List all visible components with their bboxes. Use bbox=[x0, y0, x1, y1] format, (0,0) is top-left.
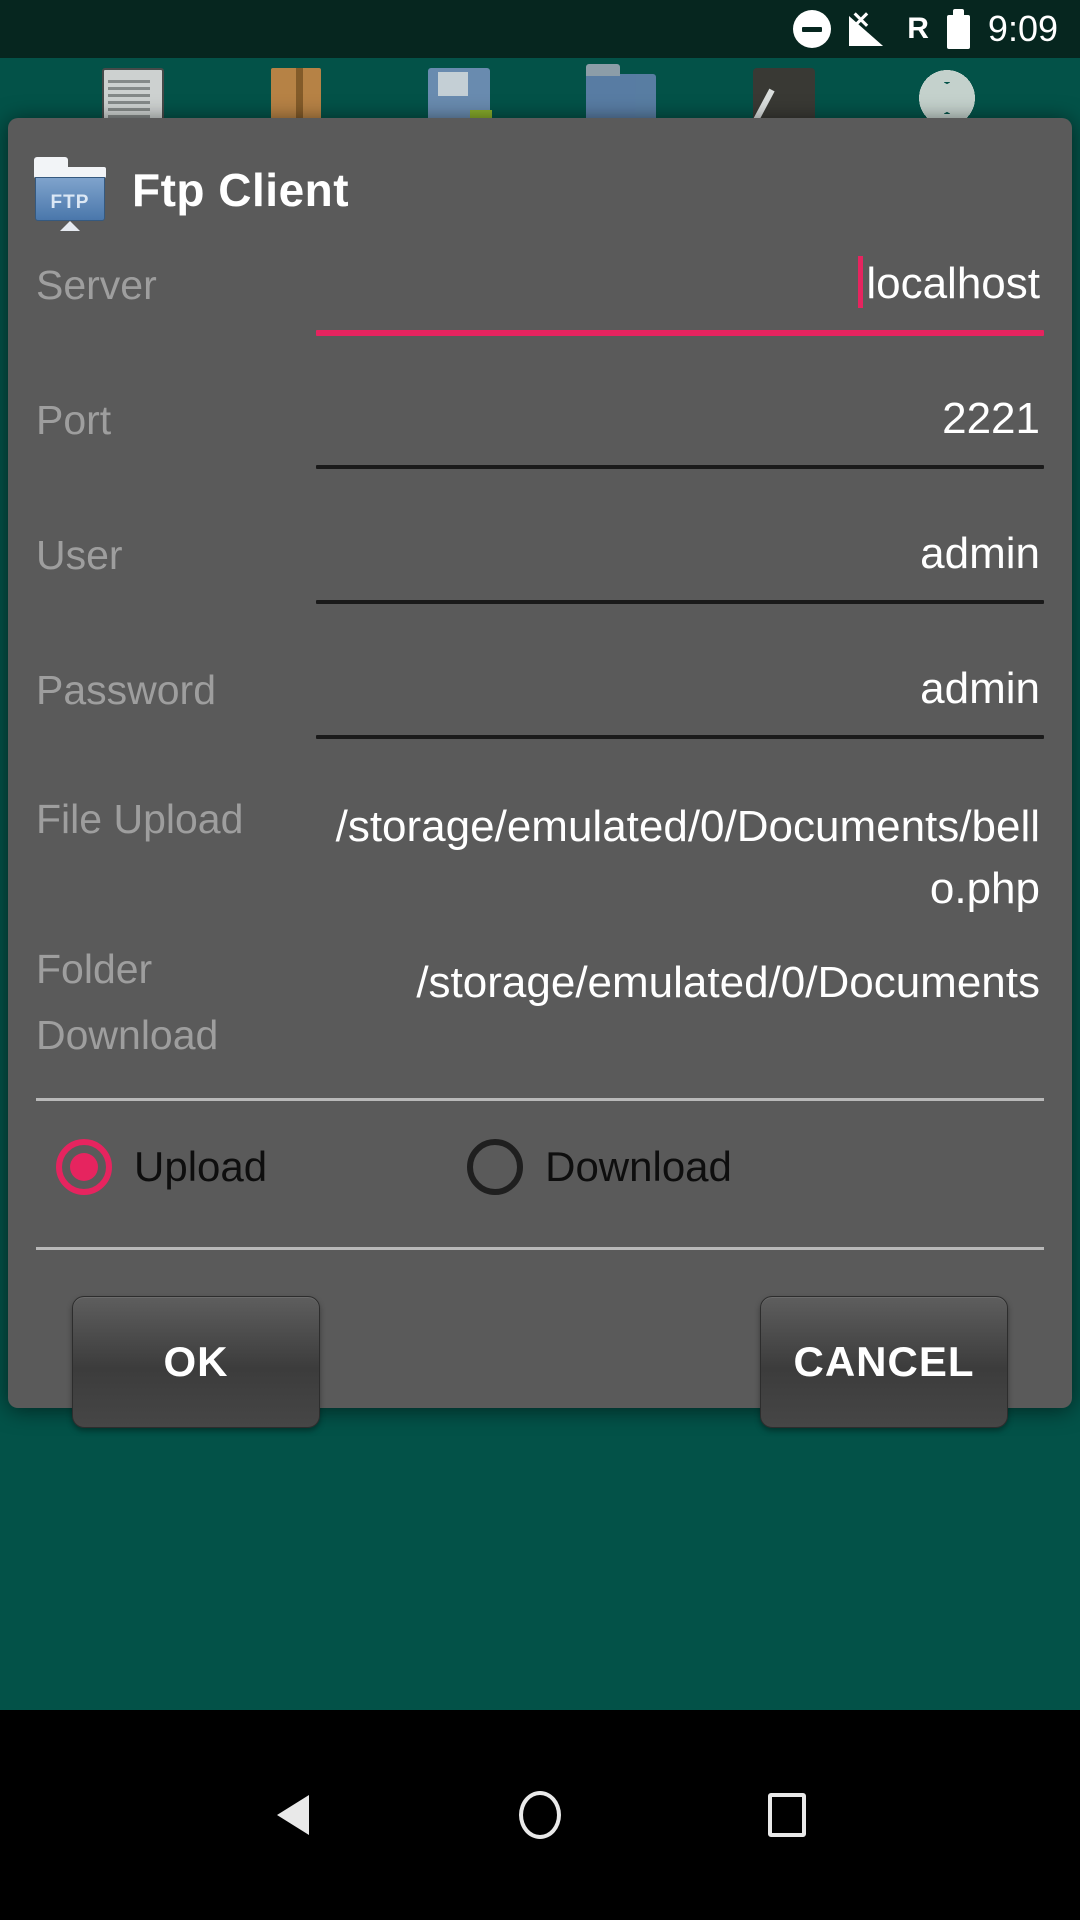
ok-button[interactable]: OK bbox=[72, 1296, 320, 1428]
ftp-icon-label: FTP bbox=[50, 192, 90, 213]
dialog-button-row: OK CANCEL bbox=[8, 1250, 1072, 1428]
radio-option-upload[interactable]: Upload bbox=[56, 1139, 267, 1195]
server-label: Server bbox=[36, 262, 157, 308]
file-upload-label: File Upload bbox=[36, 796, 244, 842]
port-field-wrap[interactable]: 2221 bbox=[316, 369, 1044, 469]
status-bar: ✕ R 9:09 bbox=[0, 0, 1080, 58]
ftp-form: Server localhost Port 2221 User admin Pa… bbox=[8, 234, 1072, 1084]
android-screen: ✕ R 9:09 FTP Ftp Client Server localhost… bbox=[0, 0, 1080, 1920]
radio-upload-icon[interactable] bbox=[56, 1139, 112, 1195]
folder-download-label: Folder Download bbox=[36, 946, 219, 1058]
back-button[interactable] bbox=[258, 1780, 328, 1850]
port-underline bbox=[316, 465, 1044, 469]
radio-option-download[interactable]: Download bbox=[467, 1139, 732, 1195]
form-row-password: Password admin bbox=[36, 639, 1044, 774]
file-upload-value[interactable]: /storage/emulated/0/Documents/bello.php bbox=[316, 796, 1044, 920]
recents-button[interactable] bbox=[752, 1780, 822, 1850]
password-underline bbox=[316, 735, 1044, 739]
folder-download-field-wrap[interactable]: /storage/emulated/0/Documents bbox=[316, 924, 1044, 1014]
user-label: User bbox=[36, 532, 123, 578]
password-label: Password bbox=[36, 667, 217, 713]
form-row-user: User admin bbox=[36, 504, 1044, 639]
port-label: Port bbox=[36, 397, 112, 443]
roaming-indicator: R bbox=[907, 12, 929, 45]
user-field-wrap[interactable]: admin bbox=[316, 504, 1044, 604]
navigation-bar bbox=[0, 1710, 1080, 1920]
form-row-folder-download: Folder Download /storage/emulated/0/Docu… bbox=[36, 924, 1044, 1084]
radio-download-icon[interactable] bbox=[467, 1139, 524, 1195]
do-not-disturb-icon bbox=[793, 10, 832, 48]
dialog-header: FTP Ftp Client bbox=[8, 118, 1072, 234]
ftp-client-dialog: FTP Ftp Client Server localhost Port 222… bbox=[8, 118, 1072, 1428]
form-row-file-upload: File Upload /storage/emulated/0/Document… bbox=[36, 774, 1044, 924]
server-input[interactable]: localhost bbox=[866, 259, 1040, 308]
file-upload-field-wrap[interactable]: /storage/emulated/0/Documents/bello.php bbox=[316, 774, 1044, 920]
password-input[interactable]: admin bbox=[316, 661, 1044, 717]
radio-upload-label: Upload bbox=[134, 1143, 268, 1190]
server-value-line[interactable]: localhost bbox=[316, 256, 1044, 312]
user-underline bbox=[316, 600, 1044, 604]
battery-icon bbox=[946, 9, 970, 49]
transfer-mode-group: Upload Download bbox=[8, 1101, 1072, 1233]
text-caret bbox=[858, 256, 864, 308]
dialog-title: Ftp Client bbox=[132, 164, 350, 216]
status-bar-clock: 9:09 bbox=[987, 8, 1058, 49]
password-field-wrap[interactable]: admin bbox=[316, 639, 1044, 739]
no-signal-icon: ✕ bbox=[849, 9, 889, 48]
server-underline bbox=[316, 330, 1044, 336]
server-field-wrap[interactable]: localhost bbox=[316, 234, 1044, 336]
port-input[interactable]: 2221 bbox=[316, 391, 1044, 447]
radio-download-label: Download bbox=[545, 1143, 732, 1190]
folder-download-value[interactable]: /storage/emulated/0/Documents bbox=[316, 946, 1044, 1014]
cancel-button[interactable]: CANCEL bbox=[760, 1296, 1008, 1428]
form-row-server: Server localhost bbox=[36, 234, 1044, 369]
home-button[interactable] bbox=[505, 1780, 575, 1850]
user-input[interactable]: admin bbox=[316, 526, 1044, 582]
form-row-port: Port 2221 bbox=[36, 369, 1044, 504]
ftp-folder-icon: FTP bbox=[34, 157, 106, 231]
